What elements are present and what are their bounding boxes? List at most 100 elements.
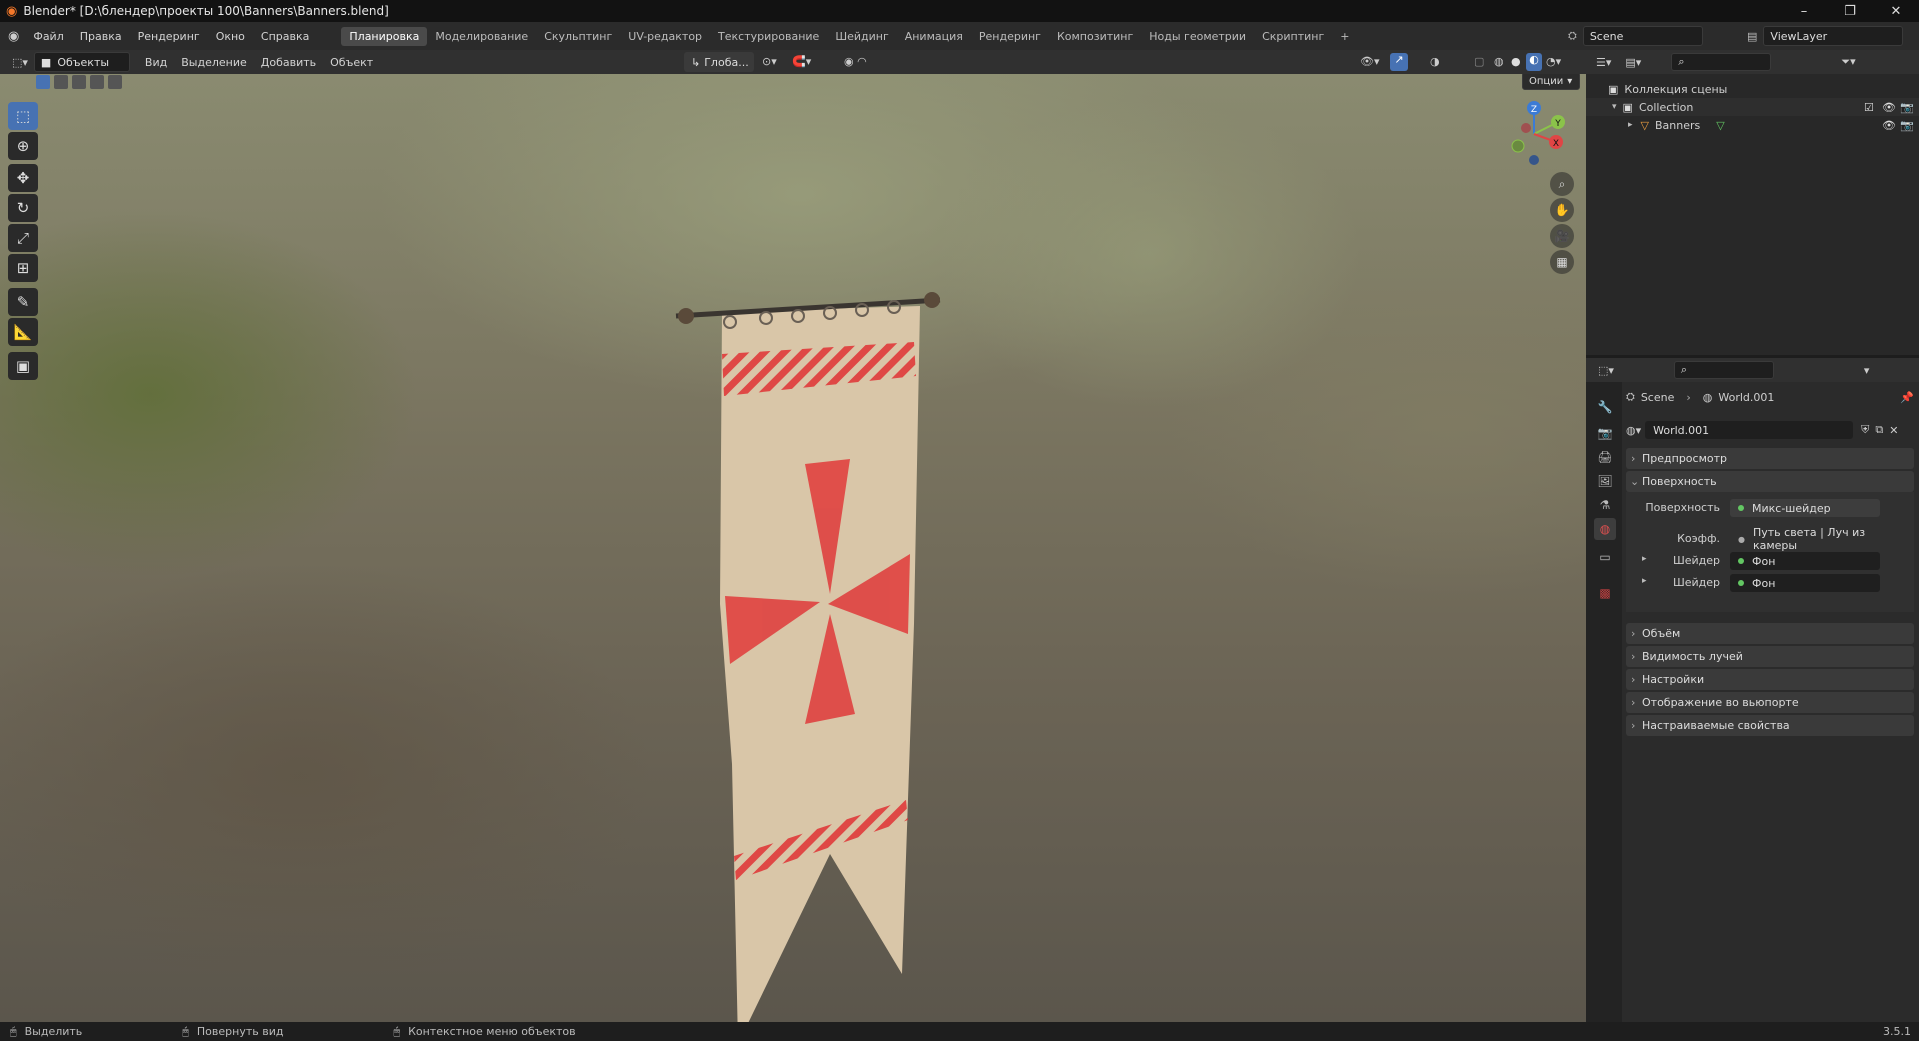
tab-sculpting[interactable]: Скульптинг: [536, 27, 620, 46]
pin-icon[interactable]: 📌: [1900, 391, 1914, 404]
add-cube-tool-icon[interactable]: ▣: [8, 352, 38, 380]
outliner-row-scene-collection[interactable]: ▣ Коллекция сцены: [1586, 80, 1919, 98]
world-browse-icon[interactable]: ◍▾: [1626, 424, 1641, 437]
move-tool-icon[interactable]: ✥: [8, 164, 38, 192]
options-dropdown[interactable]: Опции ▾: [1522, 74, 1580, 90]
tab-animation[interactable]: Анимация: [897, 27, 971, 46]
tab-geometry-nodes[interactable]: Ноды геометрии: [1141, 27, 1254, 46]
tab-rendering[interactable]: Рендеринг: [971, 27, 1049, 46]
banner-object[interactable]: [670, 204, 960, 1022]
shader2-field[interactable]: Фон: [1730, 574, 1880, 592]
chevron-down-icon[interactable]: ▾: [1612, 102, 1617, 112]
rotate-tool-icon[interactable]: ↻: [8, 194, 38, 222]
tab-scripting[interactable]: Скриптинг: [1254, 27, 1332, 46]
panel-preview[interactable]: › Предпросмотр: [1626, 448, 1914, 469]
outliner-row-collection[interactable]: ▾ ▣ Collection ☑ 👁 📷: [1586, 98, 1919, 116]
eye-icon[interactable]: 👁: [1882, 101, 1896, 114]
menu-file[interactable]: Файл: [25, 30, 71, 43]
panel-viewport-display[interactable]: › Отображение во вьюпорте: [1626, 692, 1914, 713]
duplicate-icon[interactable]: ⧉: [1875, 423, 1883, 437]
fake-user-shield-icon[interactable]: ⛨: [1861, 423, 1869, 437]
properties-editor-icon[interactable]: ⬚▾: [1598, 364, 1614, 377]
surface-shader-field[interactable]: Микс-шейдер: [1730, 499, 1880, 517]
view-layer-tab-icon[interactable]: 🖼: [1594, 470, 1616, 492]
menu-window[interactable]: Окно: [208, 30, 253, 43]
zoom-icon[interactable]: ⌕: [1550, 172, 1574, 196]
select-extend-icon[interactable]: [54, 75, 68, 89]
minimize-button[interactable]: –: [1781, 0, 1827, 22]
fac-value-field[interactable]: ● Путь света | Луч из камеры: [1730, 526, 1910, 552]
select-intersect-icon[interactable]: [108, 75, 122, 89]
menu-edit[interactable]: Правка: [72, 30, 130, 43]
blender-menu-icon[interactable]: ◉: [8, 29, 19, 44]
menu-view[interactable]: Вид: [138, 56, 174, 69]
navigation-gizmo[interactable]: Z Y X: [1500, 98, 1570, 168]
scene-field[interactable]: Scene: [1582, 26, 1703, 46]
maximize-button[interactable]: ❐: [1827, 0, 1873, 22]
proportional-edit-icon[interactable]: ◉ ◠: [844, 55, 867, 68]
texture-tab-icon[interactable]: ▩: [1594, 582, 1616, 604]
perspective-grid-icon[interactable]: ▦: [1550, 250, 1574, 274]
transform-tool-icon[interactable]: ⊞: [8, 254, 38, 282]
collection-tab-icon[interactable]: ▭: [1594, 546, 1616, 568]
pan-hand-icon[interactable]: ✋: [1550, 198, 1574, 222]
filter-icon[interactable]: ⏷▾: [1841, 55, 1855, 69]
camera-icon[interactable]: 📷: [1900, 119, 1914, 132]
eye-icon[interactable]: 👁: [1882, 119, 1896, 132]
select-new-icon[interactable]: [36, 75, 50, 89]
scale-tool-icon[interactable]: ⤢: [8, 224, 38, 252]
measure-tool-icon[interactable]: 📐: [8, 318, 38, 346]
unlink-close-icon[interactable]: ✕: [1889, 424, 1898, 437]
close-button[interactable]: ✕: [1873, 0, 1919, 22]
cursor-tool-icon[interactable]: ⊕: [8, 132, 38, 160]
rendered-shading-icon[interactable]: ◔▾: [1546, 55, 1561, 68]
world-tab-icon[interactable]: ◍: [1594, 518, 1616, 540]
mode-dropdown[interactable]: ■ Объекты: [33, 52, 130, 72]
camera-view-icon[interactable]: 🎥: [1550, 224, 1574, 248]
transform-orientation-dropdown[interactable]: ↳ Глоба...: [684, 52, 754, 72]
pivot-icon[interactable]: ⊙▾: [762, 55, 777, 68]
wireframe-shading-icon[interactable]: ◍: [1494, 55, 1504, 68]
gizmo-toggle-icon[interactable]: ↗: [1390, 53, 1408, 71]
view-layer-field[interactable]: ViewLayer: [1763, 26, 1904, 46]
tab-modeling[interactable]: Моделирование: [427, 27, 536, 46]
world-name-field[interactable]: World.001: [1645, 421, 1854, 439]
3d-viewport[interactable]: Опции ▾ ⬚ ⊕ ✥ ↻ ⤢ ⊞ ✎ 📐 ▣ Z Y X ⌕ ✋ 🎥 ▦: [0, 74, 1586, 1022]
outliner-row-banners[interactable]: ▸ ▽ Banners ▽ 👁 📷: [1586, 116, 1919, 134]
material-shading-icon[interactable]: ◐: [1526, 53, 1542, 71]
menu-select[interactable]: Выделение: [174, 56, 254, 69]
panel-volume[interactable]: › Объём: [1626, 623, 1914, 644]
shader1-field[interactable]: Фон: [1730, 552, 1880, 570]
annotate-tool-icon[interactable]: ✎: [8, 288, 38, 316]
panel-surface[interactable]: ⌄ Поверхность: [1626, 471, 1914, 492]
tab-texture-paint[interactable]: Текстурирование: [710, 27, 827, 46]
editor-type-icon[interactable]: ⬚▾: [12, 56, 28, 69]
snap-icon[interactable]: 🧲▾: [792, 55, 811, 68]
output-tab-icon[interactable]: 🖨: [1594, 446, 1616, 468]
display-mode-icon[interactable]: ▤▾: [1625, 56, 1641, 69]
outliner-editor-icon[interactable]: ☰▾: [1596, 56, 1611, 69]
menu-object[interactable]: Объект: [323, 56, 380, 69]
menu-add[interactable]: Добавить: [254, 56, 323, 69]
tab-layout[interactable]: Планировка: [341, 26, 428, 46]
select-invert-icon[interactable]: [90, 75, 104, 89]
solid-shading-icon[interactable]: ●: [1511, 55, 1521, 68]
camera-icon[interactable]: 📷: [1900, 101, 1914, 114]
add-workspace-button[interactable]: +: [1332, 27, 1357, 46]
visibility-icon[interactable]: 👁▾: [1360, 55, 1380, 68]
chevron-down-icon[interactable]: ▾: [1864, 364, 1870, 377]
tab-shading[interactable]: Шейдинг: [827, 27, 896, 46]
panel-settings[interactable]: › Настройки: [1626, 669, 1914, 690]
panel-custom-properties[interactable]: › Настраиваемые свойства: [1626, 715, 1914, 736]
menu-render[interactable]: Рендеринг: [130, 30, 208, 43]
select-subtract-icon[interactable]: [72, 75, 86, 89]
panel-ray-visibility[interactable]: › Видимость лучей: [1626, 646, 1914, 667]
outliner-search-input[interactable]: ⌕: [1671, 53, 1772, 71]
xray-icon[interactable]: ▢: [1474, 55, 1484, 68]
menu-help[interactable]: Справка: [253, 30, 317, 43]
checkbox-icon[interactable]: ☑: [1864, 101, 1874, 114]
tool-tab-icon[interactable]: 🔧: [1594, 396, 1616, 418]
overlays-icon[interactable]: ◑: [1430, 55, 1440, 68]
scene-tab-icon[interactable]: ⚗: [1594, 494, 1616, 516]
tab-compositing[interactable]: Композитинг: [1049, 27, 1141, 46]
